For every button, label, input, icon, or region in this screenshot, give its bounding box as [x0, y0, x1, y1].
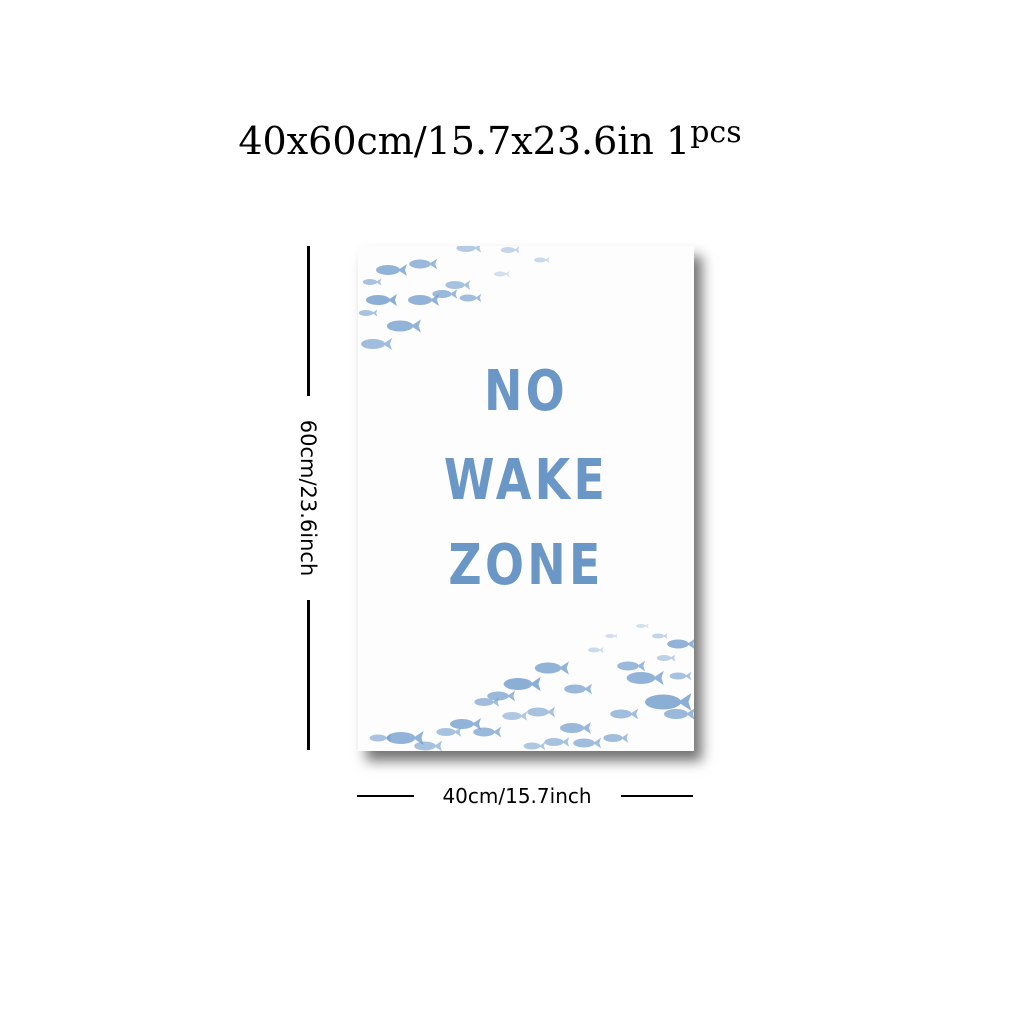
fish-icon [445, 280, 471, 290]
fish-icon [500, 246, 520, 254]
fish-icon [456, 246, 482, 253]
fish-icon [534, 661, 569, 675]
fish-icon [588, 647, 604, 653]
fish-icon [358, 309, 378, 317]
product-image: 40x60cm/15.7x23.6in 1pcs 60cm/23.6inch 4… [0, 0, 1024, 1024]
fish-icon [503, 676, 541, 692]
fish-icon [626, 670, 664, 686]
height-dimension-line-top [307, 246, 310, 396]
quantity-unit: pcs [690, 115, 742, 150]
fish-icon [376, 264, 407, 276]
fish-icon [450, 718, 481, 730]
poster-line-1: NO [483, 359, 569, 424]
size-text: 40x60cm/15.7x23.6in [238, 119, 654, 163]
fish-icon [369, 733, 392, 743]
fish-icon [494, 271, 510, 277]
fish-icon [527, 706, 556, 718]
fish-icon [667, 638, 694, 650]
size-title: 40x60cm/15.7x23.6in 1pcs [0, 118, 1024, 163]
fish-icon [656, 654, 676, 662]
poster-line-2: WAKE [443, 448, 609, 513]
fish-icon [645, 693, 692, 711]
fish-icon [652, 633, 668, 639]
fish-icon [414, 740, 443, 751]
fish-icon [603, 733, 629, 743]
fish-icon [605, 633, 618, 639]
fish-icon [361, 338, 392, 350]
fish-icon [544, 737, 570, 747]
width-dimension-line-left [357, 795, 414, 797]
fish-icon [617, 660, 646, 672]
fish-icon [573, 737, 602, 749]
fish-icon [366, 294, 397, 306]
poster-line-3: ZONE [448, 533, 604, 598]
fish-icon [386, 319, 421, 333]
width-dimension-line-right [621, 795, 693, 797]
height-dimension-label: 60cm/23.6inch [296, 419, 320, 577]
fish-icon [502, 711, 528, 721]
fish-icon [664, 708, 694, 720]
fish-icon [560, 722, 591, 734]
fish-icon [669, 671, 692, 681]
height-dimension-line-bottom [307, 600, 310, 750]
quantity-number: 1 [666, 119, 691, 163]
fish-icon [409, 258, 438, 270]
width-dimension-label: 40cm/15.7inch [442, 784, 592, 808]
fish-icon [636, 623, 649, 629]
poster: NO WAKE ZONE [358, 246, 694, 751]
fish-icon [610, 708, 639, 720]
fish-icon [534, 257, 550, 263]
fish-icon [436, 727, 462, 737]
fish-icon [473, 726, 502, 738]
fish-icon [564, 683, 593, 695]
fish-icon [362, 278, 382, 286]
fish-icon [459, 293, 482, 303]
fish-icon [523, 741, 546, 751]
